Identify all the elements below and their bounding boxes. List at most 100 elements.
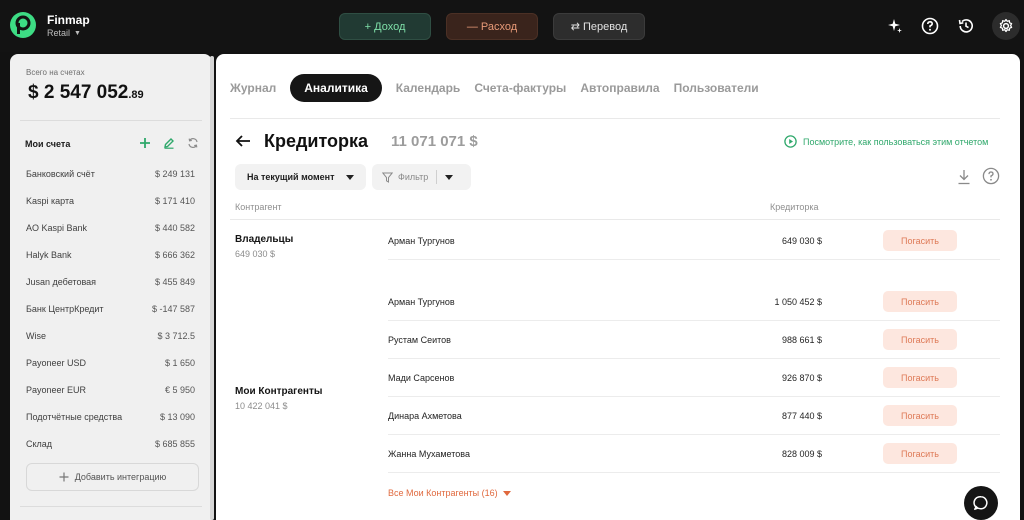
sidebar-scrollbar[interactable] bbox=[210, 56, 214, 520]
account-row[interactable]: Подотчётные средства $ 13 090 bbox=[10, 403, 212, 430]
nav-tabs: Журнал Аналитика Календарь Счета-фактуры… bbox=[230, 74, 773, 102]
period-label: На текущий момент bbox=[247, 172, 335, 182]
add-income-button[interactable]: + Доход bbox=[339, 13, 431, 40]
report-total: 11 071 071 $ bbox=[391, 133, 478, 150]
account-name: Wise bbox=[26, 330, 46, 341]
history-icon[interactable] bbox=[954, 14, 978, 38]
accounts-toolbar bbox=[138, 136, 200, 150]
counterparty-name[interactable]: Жанна Мухаметова bbox=[388, 449, 470, 459]
help-icon[interactable] bbox=[918, 14, 942, 38]
pay-button[interactable]: Погасить bbox=[883, 405, 957, 426]
account-row[interactable]: Wise $ 3 712.5 bbox=[10, 322, 212, 349]
tab-journal[interactable]: Журнал bbox=[230, 81, 276, 95]
row-divider bbox=[388, 472, 1000, 473]
chevron-down-icon bbox=[502, 490, 511, 496]
credit-amount: 926 870 $ bbox=[781, 373, 822, 383]
credit-amount: 649 030 $ bbox=[781, 236, 822, 246]
account-amount: $ 13 090 bbox=[159, 411, 195, 422]
filter-label: Фильтр bbox=[398, 172, 429, 182]
counterparty-name[interactable]: Рустам Сеитов bbox=[388, 335, 451, 345]
finmap-logo-icon[interactable] bbox=[9, 11, 37, 39]
howto-link[interactable]: Посмотрите, как пользоваться этим отчето… bbox=[784, 135, 988, 148]
add-transfer-button[interactable]: ⇄ Перевод bbox=[553, 13, 645, 40]
account-name: Jusan дебетовая bbox=[26, 276, 97, 287]
counterparty-name[interactable]: Арман Тургунов bbox=[388, 297, 455, 307]
row-divider bbox=[388, 396, 1000, 397]
add-integration-button[interactable]: Добавить интеграцию bbox=[26, 463, 199, 491]
tab-invoices[interactable]: Счета-фактуры bbox=[474, 81, 566, 95]
account-name: Kaspi карта bbox=[26, 195, 74, 206]
account-amount: $ 666 362 bbox=[154, 249, 195, 260]
group-sum: 649 030 $ bbox=[235, 249, 276, 259]
divider bbox=[230, 118, 1000, 119]
account-row[interactable]: AO Kaspi Bank $ 440 582 bbox=[10, 214, 212, 241]
period-dropdown[interactable]: На текущий момент bbox=[235, 164, 366, 190]
account-name: Payoneer EUR bbox=[26, 384, 87, 395]
account-row[interactable]: Payoneer EUR € 5 950 bbox=[10, 376, 212, 403]
counterparty-name[interactable]: Арман Тургунов bbox=[388, 236, 455, 246]
tab-autorules[interactable]: Автоправила bbox=[580, 81, 659, 95]
pay-button[interactable]: Погасить bbox=[883, 367, 957, 388]
account-name: Подотчётные средства bbox=[26, 411, 123, 422]
row-divider bbox=[388, 320, 1000, 321]
filter-dropdown[interactable]: Фильтр bbox=[372, 164, 471, 190]
divider bbox=[436, 170, 438, 184]
account-row[interactable]: Склад $ 685 855 bbox=[10, 430, 212, 457]
show-all-label: Все Мои Контрагенты (16) bbox=[388, 488, 498, 498]
account-name: Банк ЦентрКредит bbox=[26, 303, 104, 314]
show-all-counterparties-link[interactable]: Все Мои Контрагенты (16) bbox=[388, 488, 511, 498]
settings-gear-icon[interactable] bbox=[992, 12, 1020, 40]
accounts-title: Мои счета bbox=[25, 139, 71, 149]
column-header-counterparty: Контрагент bbox=[235, 202, 282, 212]
workspace-selector[interactable]: Retail ▼ bbox=[47, 28, 81, 38]
credit-amount: 828 009 $ bbox=[781, 449, 822, 459]
column-header-credit: Кредиторка bbox=[770, 202, 819, 212]
row-divider bbox=[388, 259, 1000, 260]
add-expense-button[interactable]: — Расход bbox=[446, 13, 538, 40]
accounts-sidebar: Всего на счетах $ 2 547 052.89 Мои счета… bbox=[10, 54, 212, 520]
refresh-icon[interactable] bbox=[186, 136, 200, 150]
total-balance-amount: $ 2 547 052.89 bbox=[28, 82, 144, 104]
chevron-down-icon: ▼ bbox=[74, 29, 81, 37]
pay-button[interactable]: Погасить bbox=[883, 291, 957, 312]
account-row[interactable]: Jusan дебетовая $ 455 849 bbox=[10, 268, 212, 295]
pay-button[interactable]: Погасить bbox=[883, 230, 957, 251]
account-row[interactable]: Payoneer USD $ 1 650 bbox=[10, 349, 212, 376]
chevron-down-icon bbox=[346, 174, 354, 180]
counterparty-name[interactable]: Мади Сарсенов bbox=[388, 373, 454, 383]
account-amount: $ 455 849 bbox=[154, 276, 195, 287]
brand-name: Finmap bbox=[47, 13, 90, 27]
back-arrow-icon[interactable] bbox=[234, 132, 252, 150]
counterparty-name[interactable]: Динара Ахметова bbox=[388, 411, 462, 421]
sparkle-icon[interactable] bbox=[883, 14, 907, 38]
account-amount: $ 685 855 bbox=[154, 438, 195, 449]
account-row[interactable]: Kaspi карта $ 171 410 bbox=[10, 187, 212, 214]
chat-bubble-icon bbox=[973, 496, 988, 510]
help-icon[interactable] bbox=[982, 167, 1000, 185]
tab-calendar[interactable]: Календарь bbox=[396, 81, 461, 95]
account-amount: $ 249 131 bbox=[154, 168, 195, 179]
chat-support-button[interactable] bbox=[964, 486, 998, 520]
edit-pencil-icon[interactable] bbox=[162, 136, 176, 150]
account-row[interactable]: Банковский счёт $ 249 131 bbox=[10, 160, 212, 187]
account-amount: $ 440 582 bbox=[154, 222, 195, 233]
account-amount: € 5 950 bbox=[164, 384, 195, 395]
group-name: Владельцы bbox=[235, 234, 294, 245]
add-account-icon[interactable] bbox=[138, 136, 152, 150]
divider bbox=[20, 120, 202, 121]
tab-users[interactable]: Пользователи bbox=[674, 81, 759, 95]
divider bbox=[230, 219, 1000, 220]
tab-analytics[interactable]: Аналитика bbox=[290, 74, 382, 102]
account-name: Банковский счёт bbox=[26, 168, 95, 179]
pay-button[interactable]: Погасить bbox=[883, 329, 957, 350]
account-row[interactable]: Halyk Bank $ 666 362 bbox=[10, 241, 212, 268]
account-row[interactable]: Банк ЦентрКредит $ -147 587 bbox=[10, 295, 212, 322]
total-balance-cents: .89 bbox=[128, 89, 144, 101]
pay-button[interactable]: Погасить bbox=[883, 443, 957, 464]
account-amount: $ -147 587 bbox=[151, 303, 195, 314]
credit-amount: 877 440 $ bbox=[781, 411, 822, 421]
group-sum: 10 422 041 $ bbox=[235, 401, 288, 411]
account-amount: $ 171 410 bbox=[154, 195, 195, 206]
download-icon[interactable] bbox=[957, 169, 971, 185]
credit-amount: 1 050 452 $ bbox=[774, 297, 822, 307]
